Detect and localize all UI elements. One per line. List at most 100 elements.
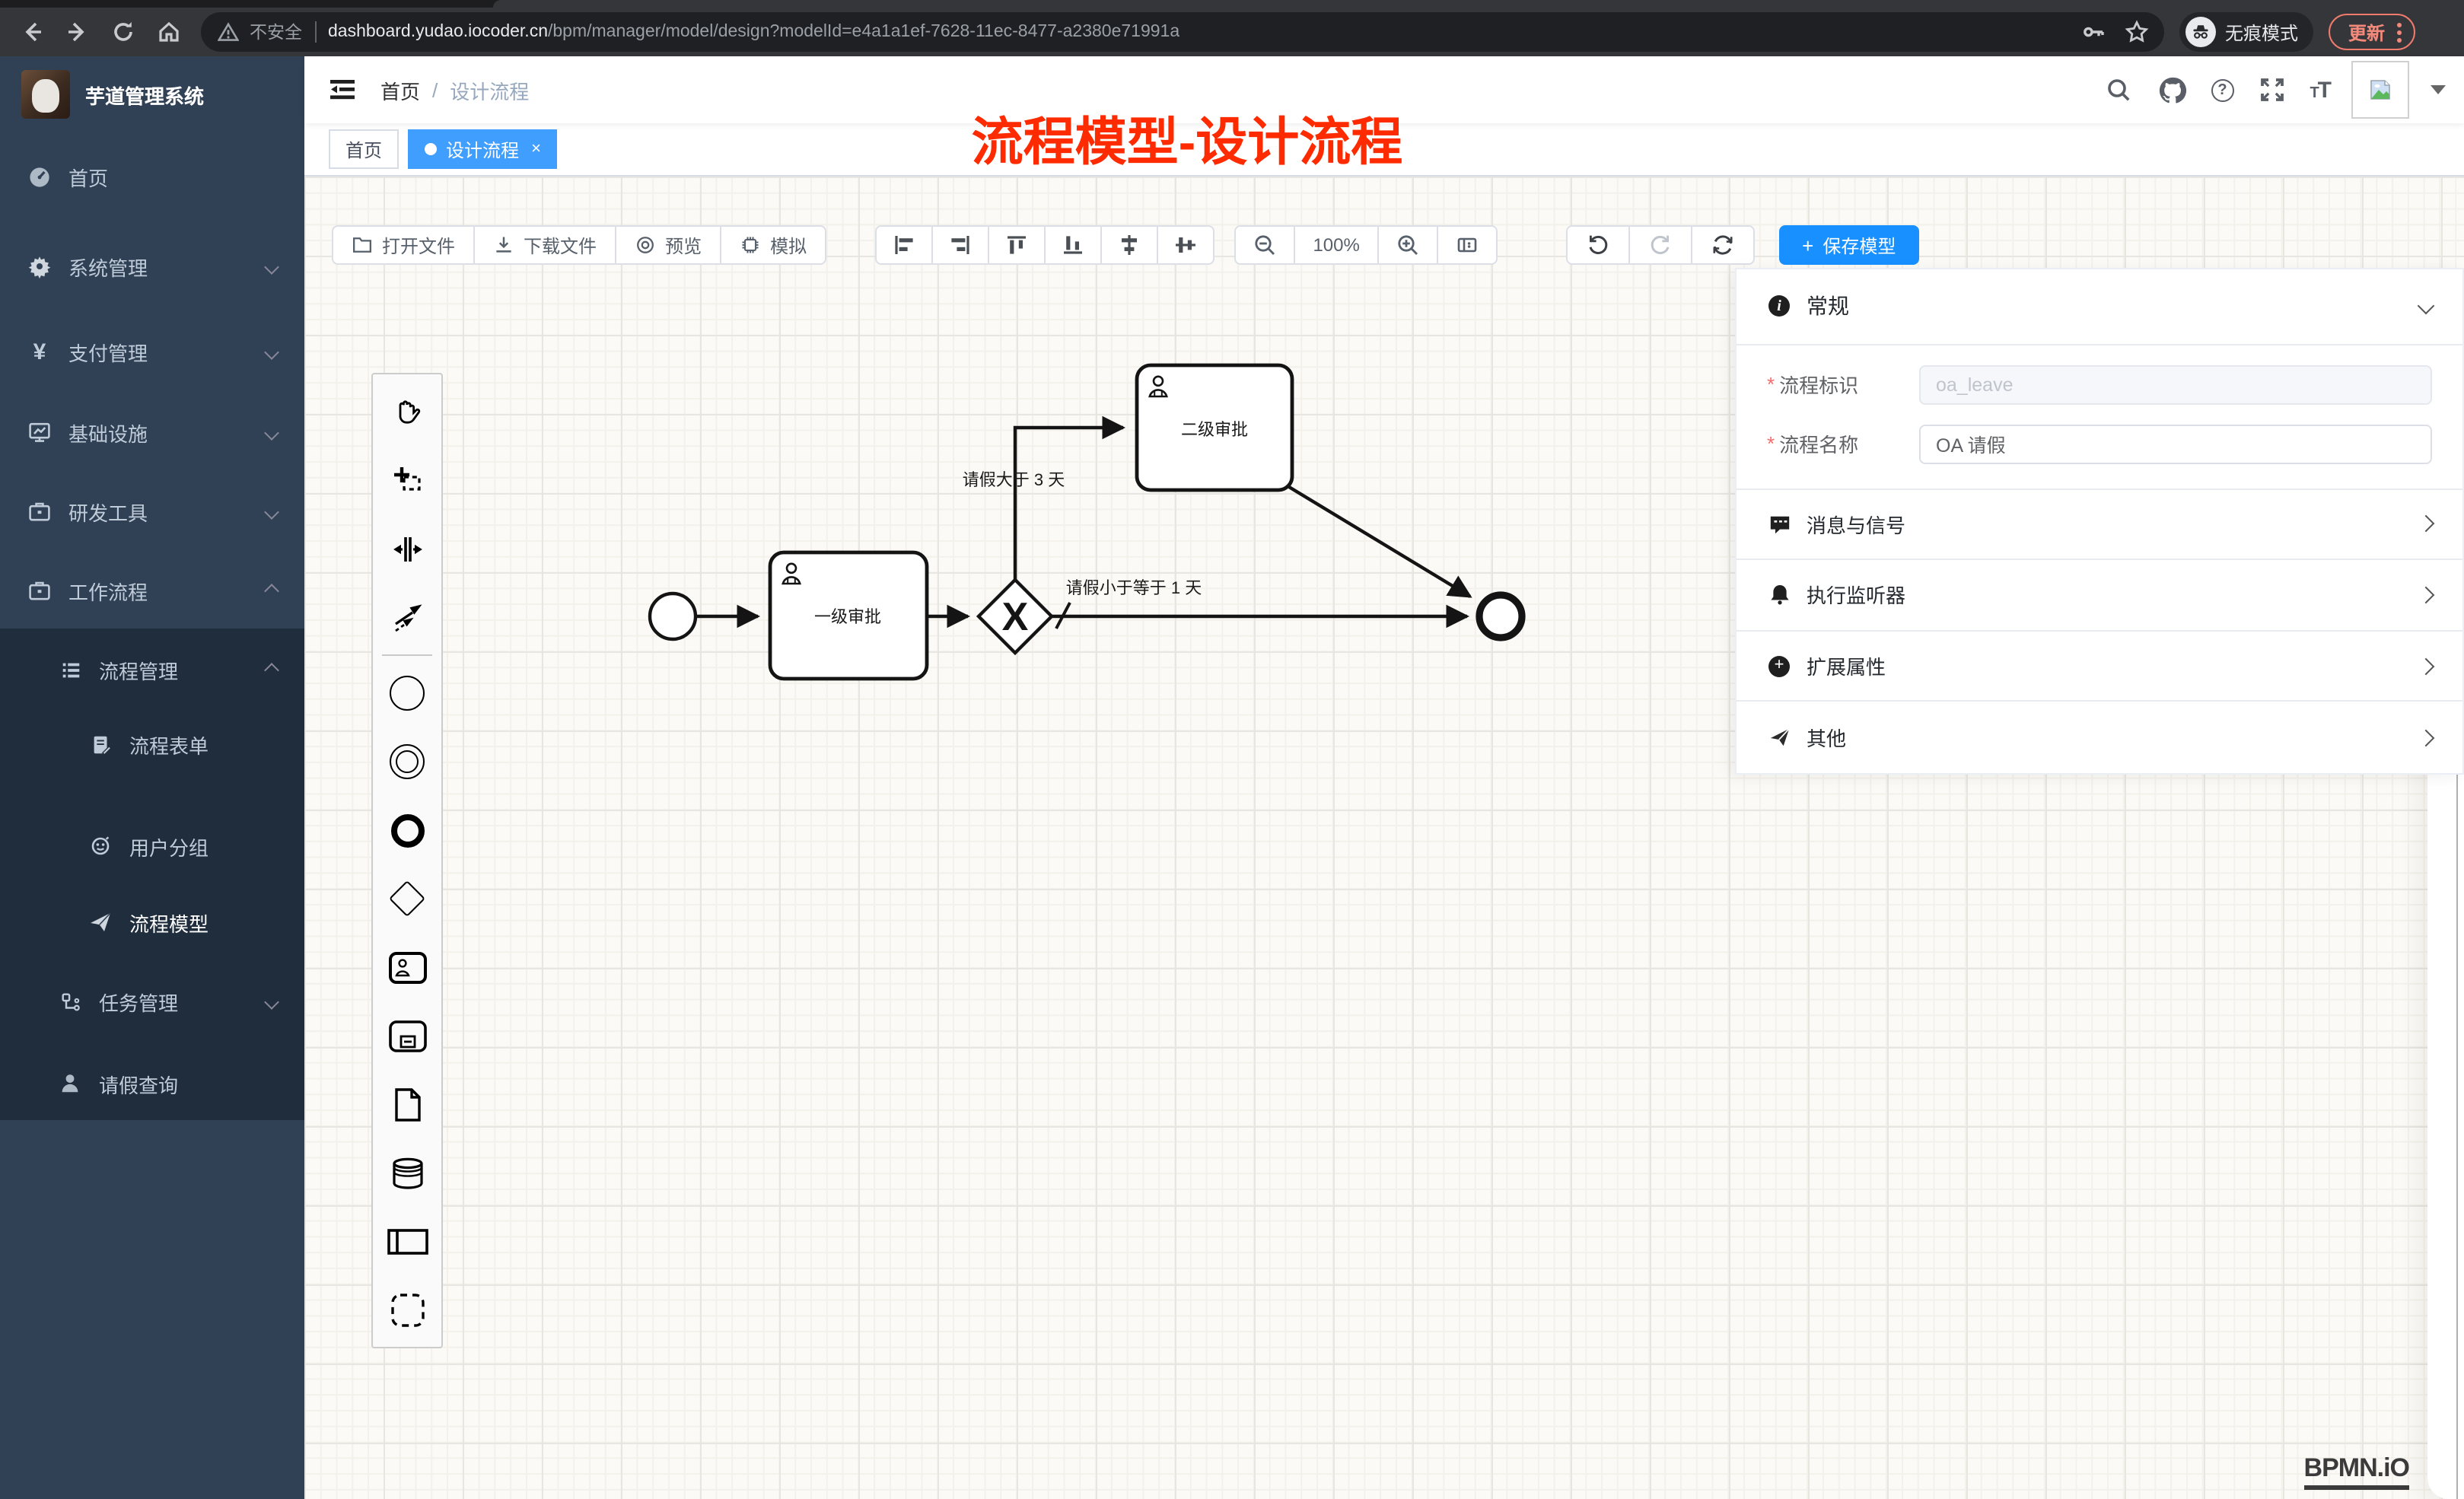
process-name-input[interactable] — [1919, 424, 2432, 463]
tab-design-process[interactable]: 设计流程 × — [408, 129, 558, 169]
hand-tool[interactable] — [373, 377, 441, 446]
create-data-store[interactable] — [373, 1138, 441, 1207]
sidebar: 芋道管理系统 首页 系统管理 ¥ 支付管理 — [0, 56, 304, 1499]
align-bottom-button[interactable] — [1044, 225, 1102, 265]
sidebar-item-system[interactable]: 系统管理 — [0, 236, 304, 297]
panel-section-execution-listener[interactable]: 执行监听器 — [1737, 560, 2462, 631]
sidebar-item-workflow[interactable]: 工作流程 — [0, 560, 304, 621]
home-button[interactable] — [149, 12, 189, 52]
zoom-in-button[interactable] — [1377, 225, 1438, 265]
sidebar-item-leave-query[interactable]: 请假查询 — [0, 1053, 304, 1114]
top-navbar: 首页 / 设计流程 ? TT — [304, 56, 2464, 123]
back-button[interactable] — [12, 12, 52, 52]
create-start-event[interactable] — [373, 659, 441, 727]
create-participant-pool[interactable] — [373, 1207, 441, 1275]
create-subprocess[interactable] — [373, 1001, 441, 1070]
preview-button[interactable]: 预览 — [615, 225, 721, 265]
file-button-group: 打开文件 下载文件 预览 模拟 — [332, 225, 826, 265]
start-event[interactable] — [650, 594, 696, 639]
simulate-button[interactable]: 模拟 — [720, 225, 826, 265]
sidebar-item-payment[interactable]: ¥ 支付管理 — [0, 321, 304, 382]
restart-button[interactable] — [1691, 225, 1755, 265]
flow-label-gt3days[interactable]: 请假大于 3 天 — [963, 470, 1065, 489]
create-data-object[interactable] — [373, 1070, 441, 1138]
send-icon — [1767, 725, 1791, 750]
properties-panel: i 常规 *流程标识 *流程名称 — [1735, 268, 2464, 775]
address-bar[interactable]: 不安全 dashboard.yudao.iocoder.cn/bpm/manag… — [201, 12, 2164, 52]
screen: 不安全 dashboard.yudao.iocoder.cn/bpm/manag… — [0, 0, 2464, 1499]
save-model-button[interactable]: + 保存模型 — [1779, 225, 1918, 265]
panel-section-extended-attrs[interactable]: + 扩展属性 — [1737, 632, 2462, 702]
bpmn-io-logo[interactable]: BPMN.iO — [2304, 1453, 2409, 1490]
bpmn-canvas[interactable]: 打开文件 下载文件 预览 模拟 — [304, 177, 2464, 1499]
align-top-button[interactable] — [988, 225, 1046, 265]
sidebar-item-process-form[interactable]: 流程表单 — [0, 714, 304, 775]
breadcrumb-home[interactable]: 首页 — [380, 75, 420, 104]
sidebar-item-process-mgmt[interactable]: 流程管理 — [0, 639, 304, 700]
align-left-button[interactable] — [875, 225, 933, 265]
global-connect-tool[interactable] — [373, 583, 441, 651]
bookmark-star-icon[interactable] — [2125, 20, 2149, 44]
align-center-horizontal-button[interactable] — [1100, 225, 1158, 265]
end-event[interactable] — [1479, 595, 1522, 638]
create-end-event[interactable] — [373, 796, 441, 864]
chevron-down-icon — [264, 344, 279, 359]
browser-menu-icon[interactable] — [2397, 22, 2402, 42]
sidebar-collapse-icon[interactable] — [326, 73, 359, 107]
sidebar-item-process-model[interactable]: 流程模型 — [0, 892, 304, 953]
sidebar-item-devtools[interactable]: 研发工具 — [0, 481, 304, 542]
breadcrumb: 首页 / 设计流程 — [380, 75, 529, 104]
redo-button[interactable] — [1628, 225, 1692, 265]
panel-section-other[interactable]: 其他 — [1737, 702, 2462, 773]
create-group[interactable] — [373, 1275, 441, 1344]
app-logo[interactable]: 芋道管理系统 — [0, 56, 304, 132]
create-intermediate-event[interactable] — [373, 727, 441, 796]
flow-gateway-to-task2[interactable] — [1015, 428, 1123, 581]
sidebar-item-home[interactable]: 首页 — [0, 146, 304, 207]
info-icon: i — [1768, 296, 1790, 317]
help-icon[interactable]: ? — [2211, 78, 2233, 101]
fullscreen-icon[interactable] — [2255, 73, 2288, 107]
search-icon[interactable] — [2101, 73, 2135, 107]
open-file-button[interactable]: 打开文件 — [332, 225, 475, 265]
user-task-level1[interactable]: 一级审批 — [770, 552, 927, 679]
not-secure-label[interactable]: 不安全 — [250, 20, 302, 44]
forward-button[interactable] — [58, 12, 97, 52]
zoom-out-button[interactable] — [1234, 225, 1295, 265]
sidebar-item-infra[interactable]: 基础设施 — [0, 402, 304, 463]
create-gateway[interactable] — [373, 864, 441, 933]
undo-button[interactable] — [1566, 225, 1630, 265]
download-file-button[interactable]: 下载文件 — [473, 225, 616, 265]
flow-label-le1day[interactable]: 请假小于等于 1 天 — [1066, 578, 1202, 597]
sidebar-item-task-mgmt[interactable]: 任务管理 — [0, 971, 304, 1032]
sidebar-item-label: 研发工具 — [68, 497, 148, 526]
tab-home[interactable]: 首页 — [329, 129, 399, 169]
panel-section-general[interactable]: i 常规 — [1737, 269, 2462, 345]
process-key-input[interactable] — [1919, 364, 2432, 404]
tab-close-icon[interactable]: × — [531, 140, 541, 158]
align-right-button[interactable] — [931, 225, 989, 265]
user-task-level2[interactable]: 二级审批 — [1137, 365, 1292, 490]
sidebar-item-user-group[interactable]: 用户分组 — [0, 816, 304, 877]
github-icon[interactable] — [2156, 73, 2189, 107]
tags-view-bar: 首页 设计流程 × — [304, 123, 2464, 177]
flow-task2-to-end[interactable] — [1289, 487, 1470, 597]
sidebar-item-label: 用户分组 — [129, 832, 209, 861]
create-user-task[interactable] — [373, 933, 441, 1001]
font-size-icon[interactable]: TT — [2310, 77, 2330, 103]
gateway-x-mark: X — [1002, 595, 1029, 639]
panel-section-message-signal[interactable]: 消息与信号 — [1737, 489, 2462, 560]
browser-update-button[interactable]: 更新 — [2329, 14, 2415, 50]
space-tool[interactable] — [373, 514, 441, 583]
lasso-tool[interactable] — [373, 446, 441, 514]
exclusive-gateway[interactable]: X — [979, 580, 1052, 653]
zoom-reset-button[interactable] — [1437, 225, 1498, 265]
avatar-dropdown-caret[interactable] — [2431, 85, 2446, 94]
chevron-down-icon — [264, 994, 279, 1009]
zoom-level: 100% — [1294, 225, 1379, 265]
align-center-vertical-button[interactable] — [1157, 225, 1214, 265]
reload-button[interactable] — [103, 12, 143, 52]
not-secure-warning-icon — [216, 20, 240, 44]
avatar[interactable] — [2351, 61, 2409, 119]
password-key-icon[interactable] — [2082, 20, 2106, 44]
